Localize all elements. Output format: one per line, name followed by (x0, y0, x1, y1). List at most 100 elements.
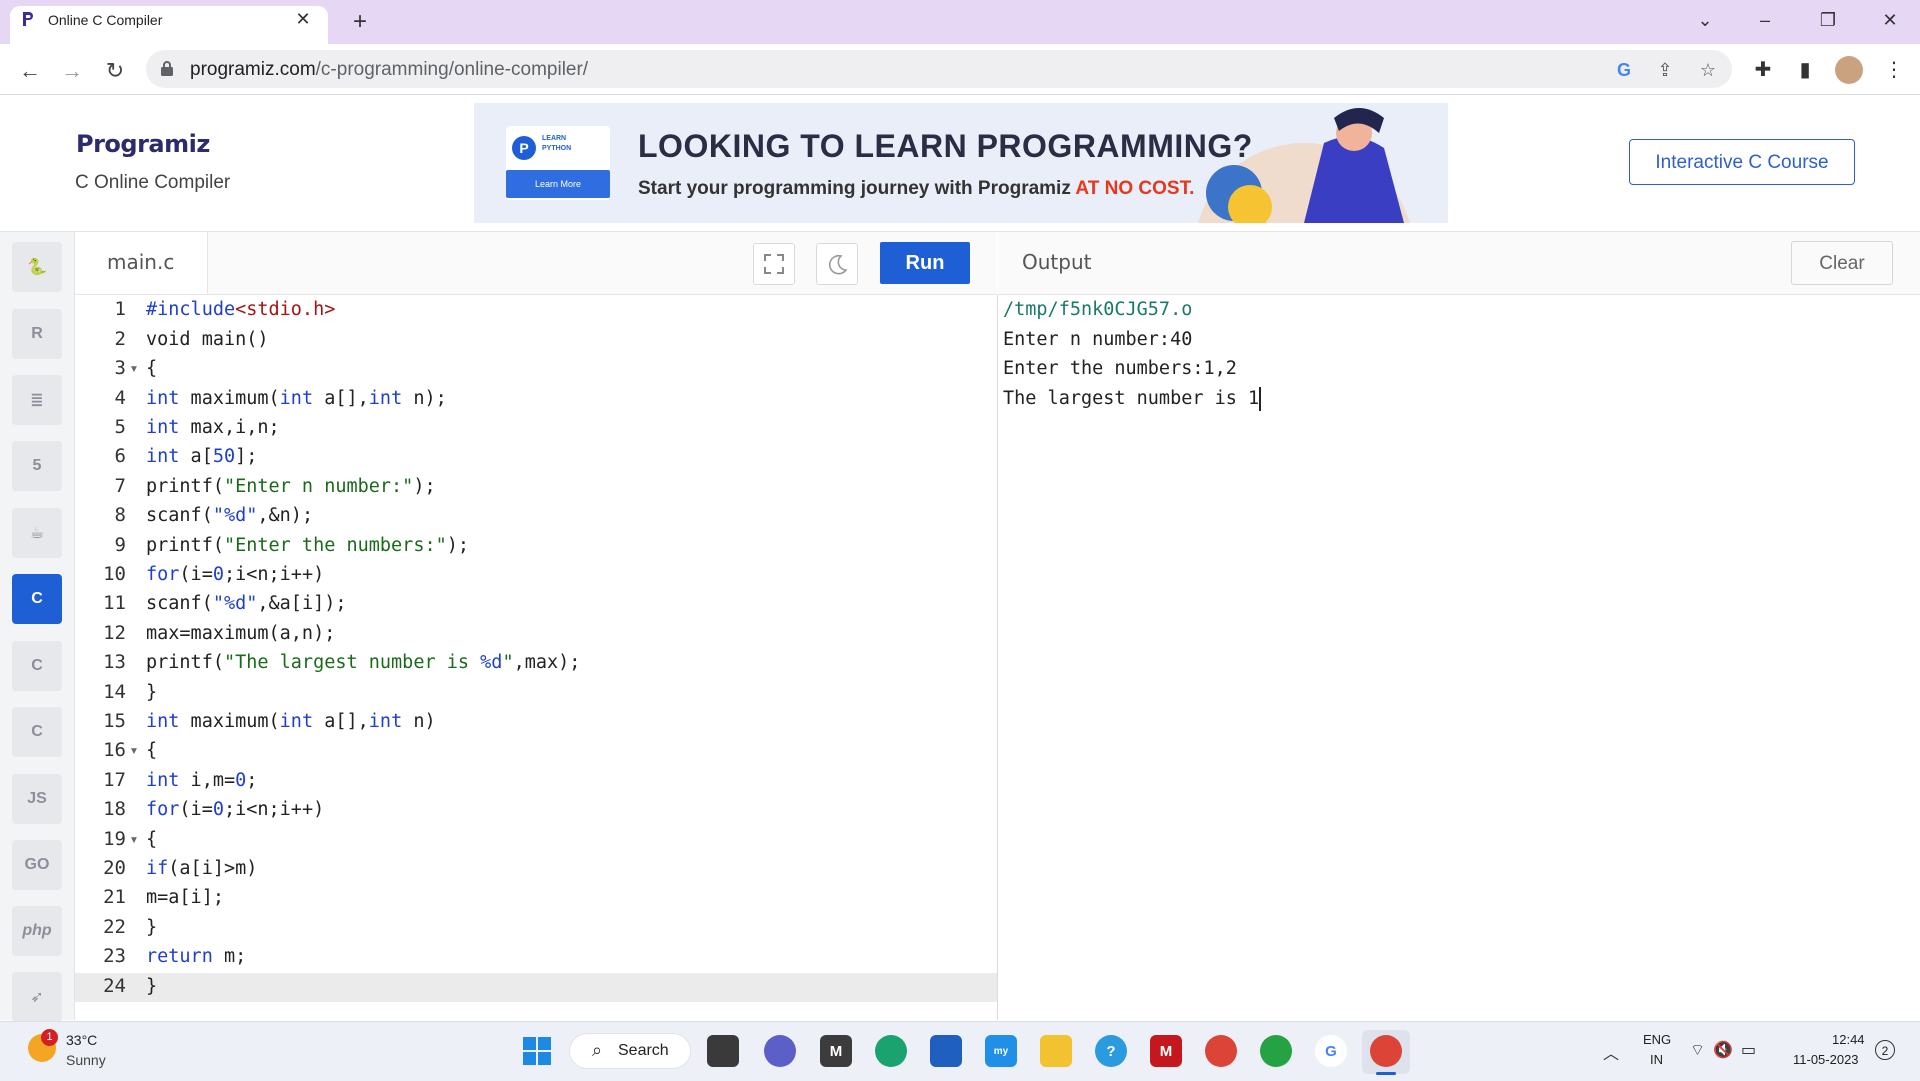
search-icon: ⌕ (592, 1040, 603, 1060)
line-number: 19 (103, 828, 126, 850)
code-line: scanf("%d",&n); (146, 505, 314, 526)
mytvs-app-icon[interactable]: my (985, 1035, 1017, 1067)
google-translate-icon[interactable]: G (1612, 58, 1636, 82)
new-tab-button[interactable]: + (346, 8, 374, 36)
line-number: 2 (114, 328, 126, 350)
input-region[interactable]: IN (1650, 1052, 1663, 1067)
javascript-icon[interactable]: JS (12, 774, 62, 824)
compiler-subtitle: C Online Compiler (75, 172, 231, 193)
google-app-icon[interactable]: G (1315, 1035, 1347, 1067)
bookmark-star-icon[interactable]: ☆ (1696, 58, 1720, 82)
code-line: printf("Enter n number:"); (146, 476, 436, 497)
more-menu-icon[interactable]: ⋮ (1880, 56, 1908, 84)
line-number: 5 (114, 416, 126, 438)
php-language-icon[interactable]: php (12, 906, 62, 956)
sql-database-icon[interactable]: ≣ (12, 375, 62, 425)
code-line: { (146, 829, 158, 850)
file-explorer-icon[interactable] (1040, 1035, 1072, 1067)
java-coffee-icon[interactable]: ☕ (12, 508, 62, 558)
run-button[interactable]: Run (880, 242, 970, 284)
wifi-icon[interactable]: ⌔ (1690, 1042, 1713, 1059)
mute-speaker-icon[interactable]: 🔇 (1713, 1042, 1741, 1059)
programiz-logo[interactable]: Programiz (76, 130, 210, 158)
code-line: } (146, 917, 158, 938)
editor-toolbar (75, 232, 997, 295)
task-view-icon[interactable] (707, 1035, 739, 1067)
profile-avatar[interactable] (1835, 56, 1863, 84)
interactive-c-course-button[interactable]: Interactive C Course (1629, 139, 1855, 185)
swift-language-icon[interactable]: ➶ (12, 972, 62, 1022)
forward-arrow-icon[interactable]: → (58, 57, 86, 85)
dark-mode-button[interactable] (816, 243, 858, 285)
close-window-button[interactable]: ✕ (1870, 6, 1910, 34)
line-number: 3 (114, 357, 126, 379)
line-number: 6 (114, 445, 126, 467)
edge-browser-icon[interactable] (875, 1035, 907, 1067)
code-line: int max,i,n; (146, 417, 280, 438)
fullscreen-button[interactable] (753, 243, 795, 285)
clock-date[interactable]: 11-05-2023 (1793, 1052, 1859, 1067)
active-line-highlight (75, 973, 997, 1002)
cpp-language-icon[interactable]: C (12, 641, 62, 691)
search-label: Search (618, 1042, 669, 1059)
tray-overflow-chevron-icon[interactable]: ︿ (1603, 1040, 1619, 1064)
m-app-icon[interactable]: M (820, 1035, 852, 1067)
share-icon[interactable]: ⇪ (1653, 58, 1677, 82)
tab-title: Online C Compiler (48, 12, 163, 28)
mcafee-shield-icon[interactable]: M (1150, 1035, 1182, 1067)
line-number: 9 (114, 534, 126, 556)
windows-start-icon[interactable] (522, 1036, 552, 1066)
help-app-icon[interactable]: ? (1095, 1035, 1127, 1067)
url-text[interactable]: programiz.com/c-programming/online-compi… (190, 59, 588, 81)
output-line: /tmp/f5nk0CJG57.o (1003, 299, 1193, 320)
microsoft-store-icon[interactable] (930, 1035, 962, 1067)
code-line: m=a[i]; (146, 887, 224, 908)
tab-close-icon[interactable]: ✕ (292, 8, 314, 30)
line-number: 20 (103, 857, 126, 879)
code-line: int i,m=0; (146, 770, 258, 791)
line-number: 7 (114, 475, 126, 497)
notification-badge[interactable]: 2 (1875, 1040, 1895, 1060)
learn-more-button[interactable]: Learn More (506, 170, 610, 198)
learn-python-badge[interactable]: P LEARN PYTHON Learn More (506, 126, 610, 200)
python-language-icon[interactable]: 🐍 (12, 242, 62, 292)
r-language-icon[interactable]: R (12, 309, 62, 359)
line-number: 23 (103, 945, 126, 967)
line-number: 12 (103, 622, 126, 644)
url-domain: programiz.com (190, 59, 316, 80)
banner-subtitle: Start your programming journey with Prog… (638, 178, 1194, 200)
output-line: The largest number is 1 (1003, 388, 1260, 409)
c-language-icon[interactable]: C (12, 574, 62, 624)
csharp-language-icon[interactable]: C (12, 707, 62, 757)
input-language[interactable]: ENG (1643, 1032, 1671, 1047)
reload-icon[interactable]: ↻ (101, 57, 129, 85)
fold-toggle-icon[interactable]: ▼ (129, 835, 139, 846)
html5-icon[interactable]: 5 (12, 441, 62, 491)
badge-line-2: PYTHON (542, 145, 572, 152)
tray-status-icons[interactable]: ⌔🔇▭ (1690, 1040, 1764, 1060)
side-panel-icon[interactable]: ▮ (1791, 56, 1819, 84)
fold-toggle-icon[interactable]: ▼ (129, 746, 139, 757)
restore-button[interactable]: ❐ (1808, 6, 1848, 34)
chrome-browser-icon[interactable] (1205, 1035, 1237, 1067)
clock-time[interactable]: 12:44 (1832, 1032, 1865, 1047)
battery-icon[interactable]: ▭ (1741, 1042, 1764, 1059)
go-language-icon[interactable]: GO (12, 840, 62, 890)
chrome-profile-icon[interactable] (1370, 1035, 1402, 1067)
weather-temperature[interactable]: 33°C (66, 1032, 97, 1048)
extensions-puzzle-icon[interactable]: ✚ (1749, 56, 1777, 84)
minimize-button[interactable]: – (1745, 6, 1785, 34)
output-label: Output (1022, 250, 1092, 274)
lock-icon[interactable] (160, 60, 174, 76)
programiz-favicon-icon (23, 12, 33, 26)
badge-line-1: LEARN (542, 135, 567, 142)
fold-toggle-icon[interactable]: ▼ (129, 364, 139, 375)
line-number: 15 (103, 710, 126, 732)
clear-button[interactable]: Clear (1791, 241, 1893, 285)
whatsapp-icon[interactable] (1260, 1035, 1292, 1067)
tab-search-chevron-icon[interactable]: ⌄ (1685, 6, 1725, 34)
weather-description[interactable]: Sunny (66, 1052, 106, 1068)
teams-chat-icon[interactable] (764, 1035, 796, 1067)
back-arrow-icon[interactable]: ← (16, 57, 44, 85)
output-toolbar (998, 232, 1920, 295)
